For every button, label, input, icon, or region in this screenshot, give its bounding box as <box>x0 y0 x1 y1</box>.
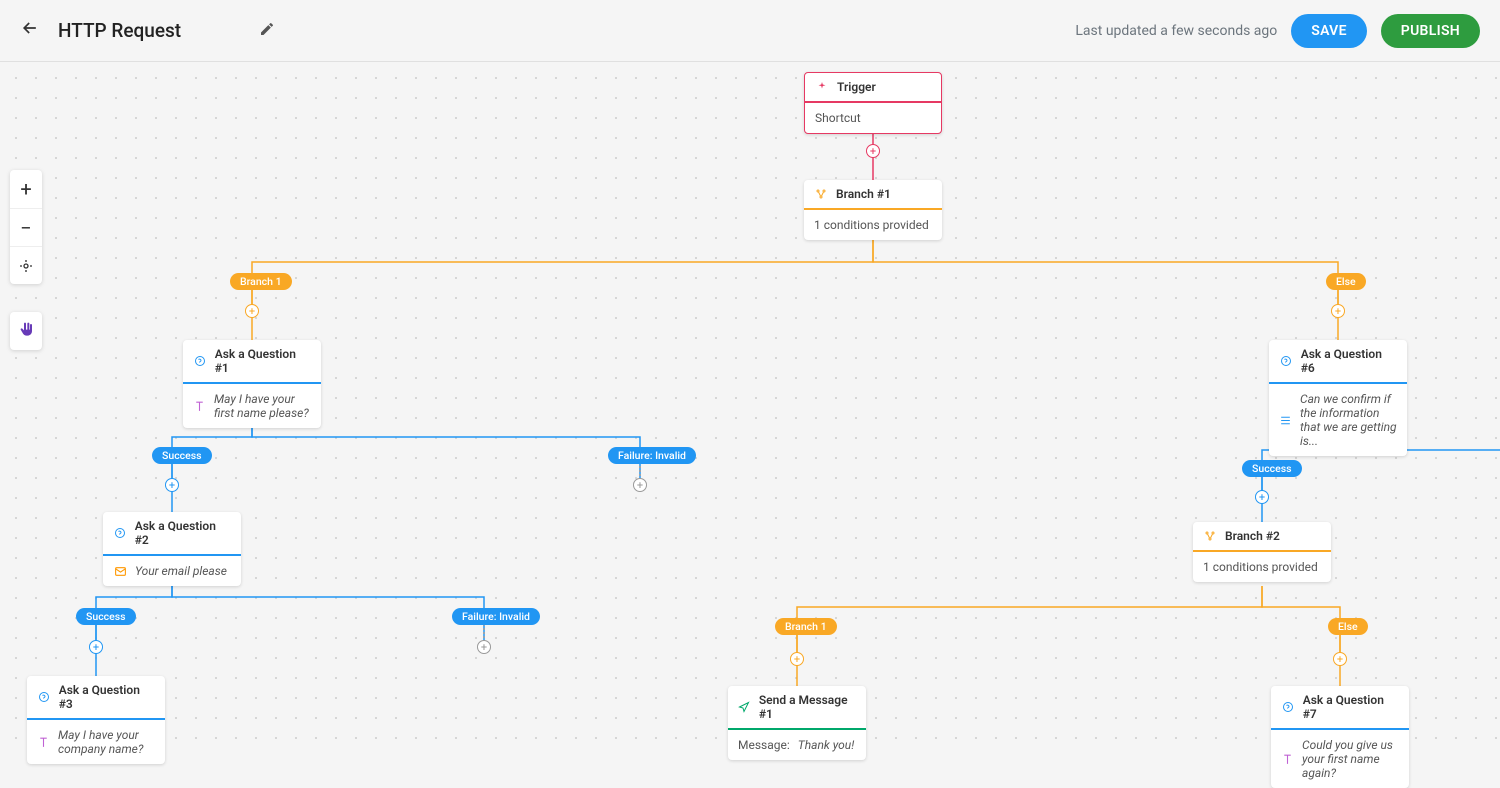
branch2-title: Branch #2 <box>1225 529 1280 543</box>
mail-icon <box>113 564 127 578</box>
q2-text: Your email please <box>135 564 227 578</box>
page-title: HTTP Request <box>58 19 181 42</box>
message-node-1[interactable]: Send a Message #1 Message: Thank you! <box>728 686 866 760</box>
back-arrow-icon[interactable] <box>20 18 40 44</box>
add-after-trigger[interactable] <box>866 144 880 158</box>
q2-success-pill[interactable]: Success <box>76 608 136 625</box>
q6-text: Can we confirm if the information that w… <box>1300 392 1397 448</box>
zoom-out-button[interactable]: − <box>10 208 42 246</box>
branch2-header: Branch #2 <box>1193 522 1331 552</box>
list-icon <box>1279 413 1292 427</box>
msg1-label: Message: <box>738 738 790 752</box>
branch1-header: Branch #1 <box>804 180 942 210</box>
hand-tool-button[interactable] <box>10 312 42 350</box>
trigger-node[interactable]: Trigger Shortcut <box>804 72 942 134</box>
publish-button[interactable]: PUBLISH <box>1381 14 1480 48</box>
flow-canvas[interactable]: + − <box>0 62 1500 752</box>
header-right: Last updated a few seconds ago SAVE PUBL… <box>1075 14 1480 48</box>
question-icon <box>1281 700 1295 714</box>
question-node-6[interactable]: Ask a Question #6 Can we confirm if the … <box>1269 340 1407 456</box>
trigger-title: Trigger <box>837 80 876 94</box>
branch1-path-pill[interactable]: Branch 1 <box>230 273 292 290</box>
question-node-1[interactable]: Ask a Question #1 May I have your first … <box>183 340 321 428</box>
branch-node-2[interactable]: Branch #2 1 conditions provided <box>1193 522 1331 582</box>
else-path-pill[interactable]: Else <box>1326 273 1366 290</box>
q3-body: May I have your company name? <box>27 720 165 764</box>
branch2-path-pill[interactable]: Branch 1 <box>775 618 837 635</box>
add-after-branch1-path[interactable] <box>245 304 259 318</box>
branch2-else-pill[interactable]: Else <box>1328 618 1368 635</box>
add-after-q2-failure[interactable] <box>477 640 491 654</box>
q2-title: Ask a Question #2 <box>135 519 231 547</box>
msg1-header: Send a Message #1 <box>728 686 866 730</box>
add-after-branch2-else[interactable] <box>1333 652 1347 666</box>
msg1-value: Thank you! <box>798 738 854 752</box>
q1-body: May I have your first name please? <box>183 384 321 428</box>
send-icon <box>738 700 751 714</box>
save-button[interactable]: SAVE <box>1291 14 1367 48</box>
edit-icon[interactable] <box>259 21 275 41</box>
q7-text: Could you give us your first name again? <box>1302 738 1399 780</box>
question-icon <box>1279 354 1293 368</box>
last-updated-text: Last updated a few seconds ago <box>1075 23 1277 39</box>
add-after-q1-success[interactable] <box>165 478 179 492</box>
trigger-body: Shortcut <box>805 103 941 133</box>
q1-text: May I have your first name please? <box>214 392 311 420</box>
question-node-3[interactable]: Ask a Question #3 May I have your compan… <box>27 676 165 764</box>
question-icon <box>113 526 127 540</box>
trigger-node-header: Trigger <box>805 73 941 103</box>
add-after-q6-success[interactable] <box>1255 490 1269 504</box>
zoom-in-button[interactable]: + <box>10 170 42 208</box>
q6-body: Can we confirm if the information that w… <box>1269 384 1407 456</box>
center-button[interactable] <box>10 246 42 284</box>
zoom-toolbar: + − <box>10 170 42 284</box>
q1-success-pill[interactable]: Success <box>152 447 212 464</box>
text-icon <box>1281 752 1294 766</box>
add-after-q1-failure[interactable] <box>633 478 647 492</box>
q7-title: Ask a Question #7 <box>1303 693 1399 721</box>
question-node-7[interactable]: Ask a Question #7 Could you give us your… <box>1271 686 1409 788</box>
q1-failure-pill[interactable]: Failure: Invalid <box>608 447 696 464</box>
app-header: HTTP Request Last updated a few seconds … <box>0 0 1500 62</box>
q3-title: Ask a Question #3 <box>59 683 155 711</box>
add-after-else-path[interactable] <box>1331 304 1345 318</box>
hand-icon <box>18 321 34 342</box>
branch1-body: 1 conditions provided <box>804 210 942 240</box>
header-left: HTTP Request <box>20 18 275 44</box>
q3-header: Ask a Question #3 <box>27 676 165 720</box>
q7-body: Could you give us your first name again? <box>1271 730 1409 788</box>
msg1-title: Send a Message #1 <box>759 693 856 721</box>
branch2-body: 1 conditions provided <box>1193 552 1331 582</box>
q1-header: Ask a Question #1 <box>183 340 321 384</box>
add-after-branch2-path[interactable] <box>790 652 804 666</box>
question-icon <box>37 690 51 704</box>
branch1-title: Branch #1 <box>836 187 891 201</box>
q1-title: Ask a Question #1 <box>215 347 311 375</box>
branch-node-1[interactable]: Branch #1 1 conditions provided <box>804 180 942 240</box>
branch-icon <box>1203 529 1217 543</box>
q2-header: Ask a Question #2 <box>103 512 241 556</box>
q7-header: Ask a Question #7 <box>1271 686 1409 730</box>
q6-title: Ask a Question #6 <box>1301 347 1397 375</box>
question-icon <box>193 354 207 368</box>
sparkle-icon <box>815 80 829 94</box>
q2-failure-pill[interactable]: Failure: Invalid <box>452 608 540 625</box>
q2-body: Your email please <box>103 556 241 586</box>
add-after-q2-success[interactable] <box>89 640 103 654</box>
msg1-body: Message: Thank you! <box>728 730 866 760</box>
text-icon <box>37 735 50 749</box>
text-icon <box>193 399 206 413</box>
q6-success-pill[interactable]: Success <box>1242 460 1302 477</box>
q6-header: Ask a Question #6 <box>1269 340 1407 384</box>
branch-icon <box>814 187 828 201</box>
question-node-2[interactable]: Ask a Question #2 Your email please <box>103 512 241 586</box>
